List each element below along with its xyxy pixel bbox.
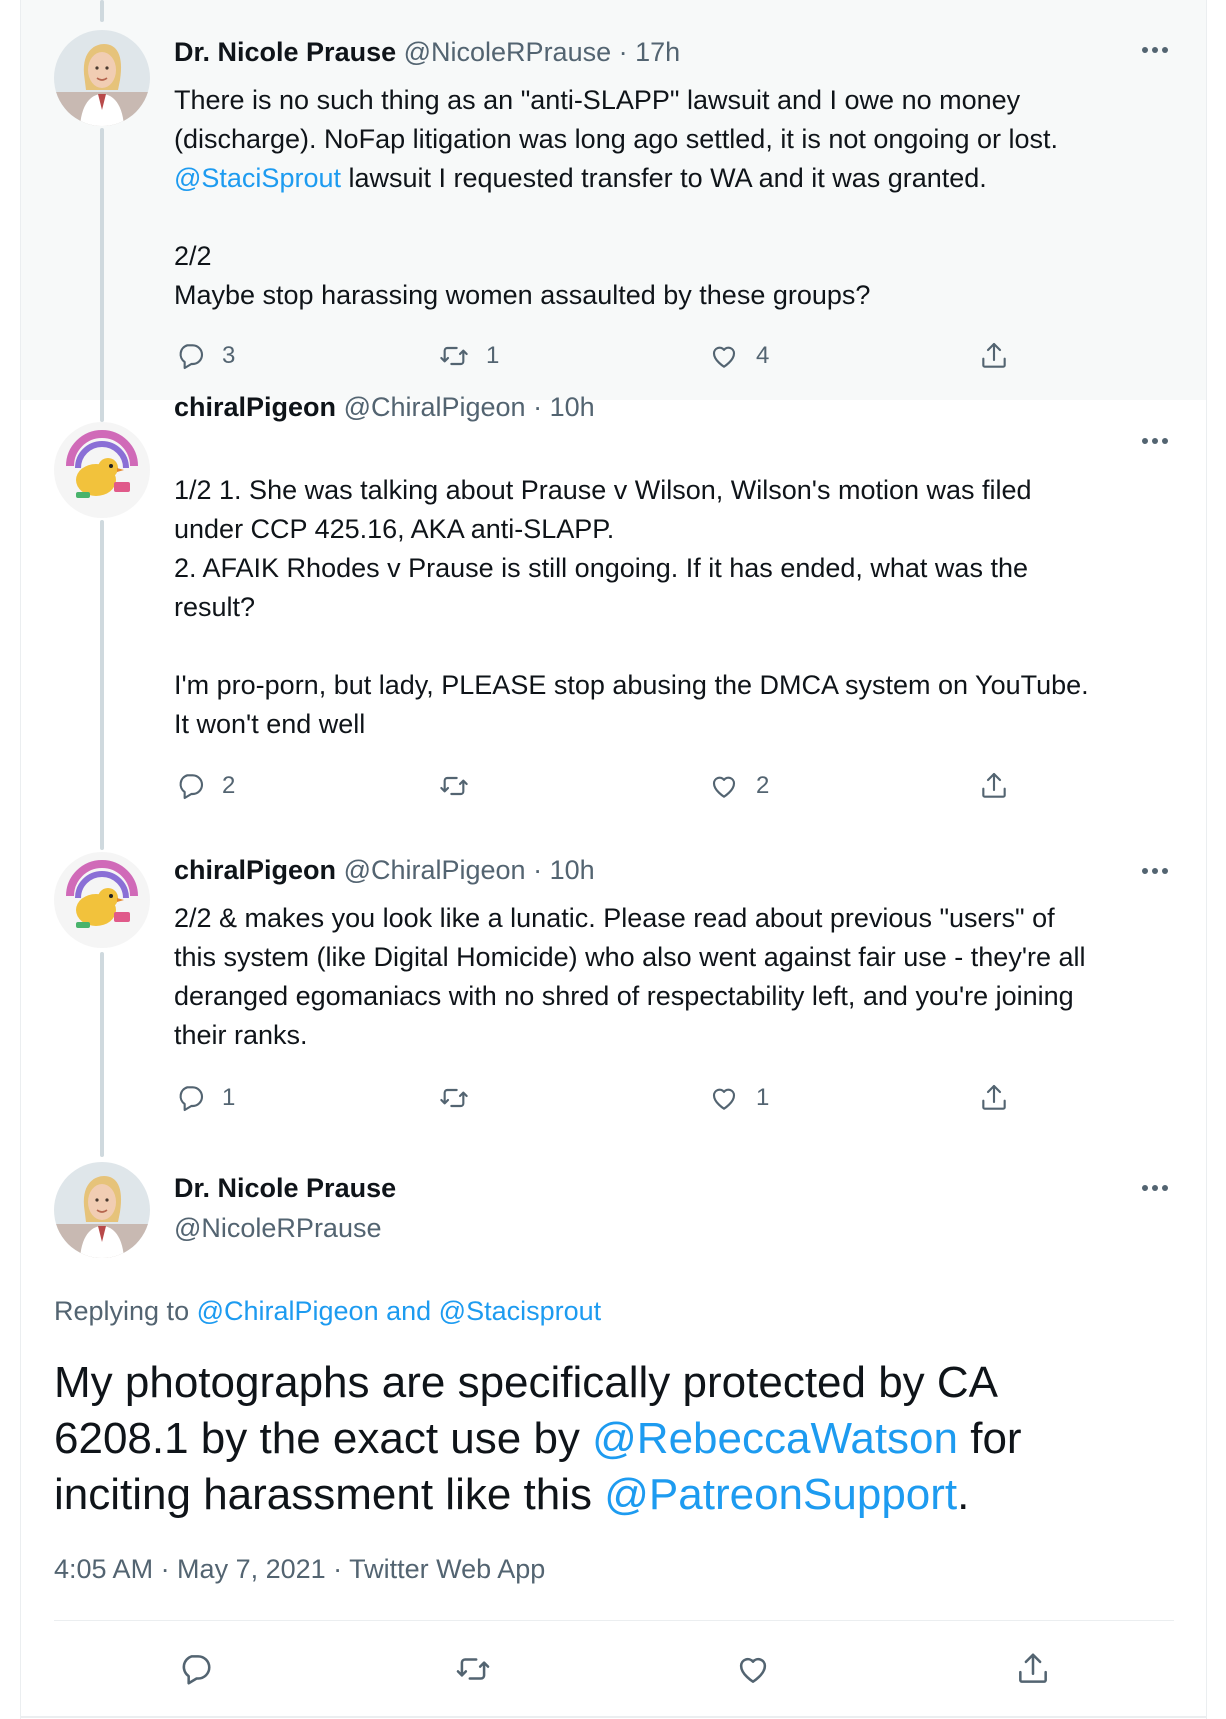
tweet-3-text: 2/2 & makes you look like a lunatic. Ple… [174, 903, 1086, 1050]
tweet-time[interactable]: 10h [550, 392, 595, 422]
retweet-icon [440, 1088, 468, 1108]
like-button[interactable] [734, 1650, 772, 1688]
mention-link[interactable]: @PatreonSupport [604, 1470, 957, 1519]
avatar-image [54, 30, 150, 126]
more-icon[interactable] [1138, 864, 1172, 878]
reply-icon [179, 774, 204, 800]
retweet-button[interactable] [454, 1650, 492, 1688]
avatar-image [54, 1162, 150, 1258]
author-handle[interactable]: @ChiralPigeon [344, 392, 526, 422]
share-icon [982, 1084, 1006, 1110]
avatar-image [54, 422, 150, 518]
more-icon[interactable] [1138, 434, 1172, 448]
like-count: 4 [756, 342, 770, 369]
more-icon[interactable] [1138, 43, 1172, 57]
reply-button[interactable]: 3 [174, 340, 235, 372]
share-button[interactable] [978, 1082, 1010, 1114]
retweet-count: 1 [486, 342, 500, 369]
avatar-image [54, 852, 150, 948]
tweet-2-text: 1/2 1. She was talking about Prause v Wi… [174, 475, 1089, 739]
tweet-timestamp[interactable]: 4:05 AM · May 7, 2021 · Twitter Web App [54, 1553, 545, 1585]
tweet-text-part: . [957, 1470, 970, 1519]
replying-to: Replying to @ChiralPigeon and @Stacispro… [54, 1295, 601, 1327]
like-icon [712, 1088, 736, 1110]
focus-author-handle[interactable]: @NicoleRPrause [174, 1212, 381, 1244]
avatar-nicole-1[interactable] [54, 30, 150, 126]
reply-icon [179, 344, 204, 370]
retweet-icon [440, 776, 468, 796]
like-count: 2 [756, 772, 770, 799]
reply-count: 3 [222, 342, 236, 369]
tweet-3-header: chiralPigeon @ChiralPigeon · 10h [174, 854, 595, 886]
tweet-1-header: Dr. Nicole Prause @NicoleRPrause · 17h [174, 36, 680, 68]
retweet-icon [456, 1658, 490, 1680]
like-icon [712, 776, 736, 798]
bottom-border [20, 1716, 1207, 1718]
more-icon[interactable] [1138, 1181, 1172, 1195]
frame-right-border [1206, 0, 1207, 1719]
focus-author-name[interactable]: Dr. Nicole Prause [174, 1172, 396, 1204]
share-icon [982, 772, 1006, 798]
reply-button[interactable] [176, 1650, 214, 1688]
separator-dot: · [618, 37, 628, 67]
author-name[interactable]: chiralPigeon [174, 392, 336, 422]
share-button[interactable] [1014, 1650, 1052, 1688]
avatar-chiralpigeon-2[interactable] [54, 852, 150, 948]
tweet-time[interactable]: 10h [550, 855, 595, 885]
author-name[interactable]: chiralPigeon [174, 855, 336, 885]
like-icon [739, 1657, 767, 1683]
share-button[interactable] [978, 770, 1010, 802]
tweet-text-part: There is no such thing as an "anti-SLAPP… [174, 85, 1058, 154]
share-icon [982, 342, 1006, 368]
twitter-thread-page: Dr. Nicole Prause @NicoleRPrause · 17h T… [0, 0, 1226, 1719]
like-button[interactable]: 1 [708, 1082, 769, 1114]
retweet-icon [440, 346, 468, 366]
separator-dot: · [533, 392, 543, 422]
retweet-button[interactable] [438, 770, 486, 802]
reply-count: 1 [222, 1084, 236, 1111]
like-button[interactable]: 4 [708, 340, 769, 372]
author-handle[interactable]: @NicoleRPrause [404, 37, 611, 67]
author-handle[interactable]: @ChiralPigeon [344, 855, 526, 885]
replying-prefix: Replying to [54, 1296, 197, 1326]
avatar-chiralpigeon-1[interactable] [54, 422, 150, 518]
reply-button[interactable]: 2 [174, 770, 235, 802]
replying-mention[interactable]: @ChiralPigeon [197, 1296, 379, 1326]
thread-line-1 [100, 128, 104, 410]
mention-link[interactable]: @RebeccaWatson [592, 1414, 958, 1463]
retweet-button[interactable]: 1 [438, 340, 499, 372]
like-count: 1 [756, 1084, 770, 1111]
replying-mention[interactable]: @Stacisprout [439, 1296, 601, 1326]
like-icon [712, 346, 736, 368]
reply-button[interactable]: 1 [174, 1082, 235, 1114]
thread-line-2a [100, 400, 104, 422]
retweet-button[interactable] [438, 1082, 486, 1114]
tweet-1-text: There is no such thing as an "anti-SLAPP… [174, 81, 1184, 315]
mention-link[interactable]: @StaciSprout [174, 163, 341, 193]
author-name[interactable]: Dr. Nicole Prause [174, 37, 396, 67]
share-icon [1019, 1653, 1047, 1683]
divider [54, 1620, 1174, 1621]
tweet-2-header: chiralPigeon @ChiralPigeon · 10h [174, 391, 595, 423]
avatar-nicole-2[interactable] [54, 1162, 150, 1258]
like-button[interactable]: 2 [708, 770, 769, 802]
thread-line-2b [100, 520, 104, 850]
focus-tweet-text: My photographs are specifically protecte… [54, 1355, 1174, 1523]
replying-and: and [378, 1296, 439, 1326]
tweet-time[interactable]: 17h [635, 37, 680, 67]
separator-dot: · [533, 855, 543, 885]
share-button[interactable] [978, 340, 1010, 372]
thread-line-top [100, 0, 104, 22]
reply-count: 2 [222, 772, 236, 799]
thread-line-3 [100, 952, 104, 1157]
reply-icon [179, 1086, 204, 1112]
reply-icon [182, 1655, 211, 1685]
